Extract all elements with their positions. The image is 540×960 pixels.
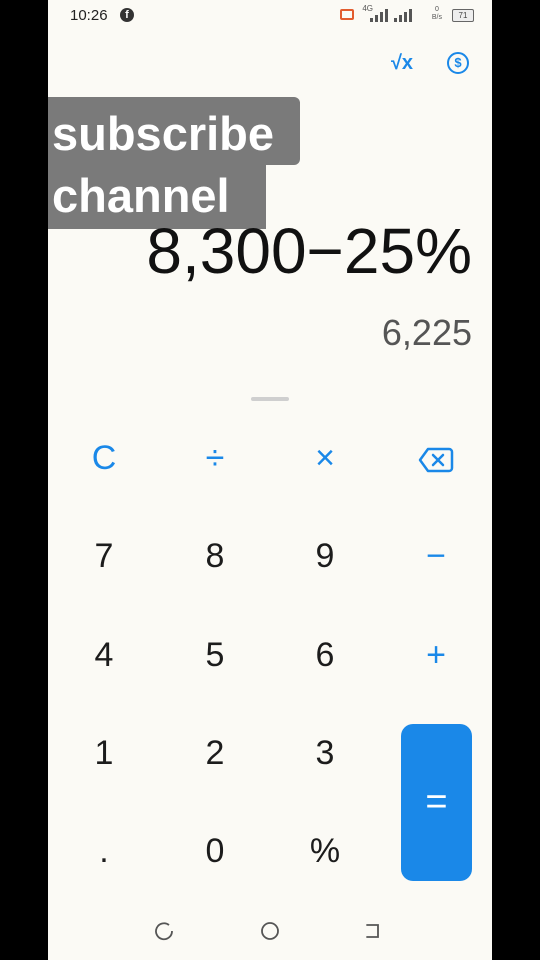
digit-1-button[interactable]: 1: [64, 713, 144, 793]
cast-icon: [340, 9, 354, 20]
battery-icon: 71: [452, 9, 474, 22]
percent-button[interactable]: %: [285, 811, 365, 891]
digit-0-button[interactable]: 0: [175, 811, 255, 891]
calculator-screen: 10:26 f 4G 0 B/s 71 √x $ subscribe chann…: [48, 0, 492, 960]
expression-display: 8,300−25%: [146, 215, 472, 287]
digit-5-button[interactable]: 5: [175, 615, 255, 695]
status-bar: 10:26 f 4G 0 B/s 71: [48, 0, 492, 32]
navigation-bar: [48, 905, 492, 960]
square-root-icon[interactable]: √x: [388, 50, 416, 76]
digit-8-button[interactable]: 8: [175, 516, 255, 596]
divide-button[interactable]: ÷: [175, 418, 255, 498]
currency-convert-icon[interactable]: $: [444, 50, 472, 76]
sqrt-symbol: √x: [390, 52, 414, 74]
digit-2-button[interactable]: 2: [175, 713, 255, 793]
clear-button[interactable]: C: [64, 418, 144, 498]
currency-symbol: $: [447, 52, 469, 74]
backspace-icon: [418, 447, 454, 473]
signal-icon-2: [394, 8, 414, 22]
digit-4-button[interactable]: 4: [64, 615, 144, 695]
keypad: C ÷ × 7 8 9 − 4 5 6 + 1 2 3 . 0 % =: [48, 410, 492, 900]
signal-icon: [362, 8, 390, 22]
net-speed: 0 B/s: [432, 6, 442, 22]
drag-handle[interactable]: [251, 397, 289, 401]
plus-button[interactable]: +: [396, 615, 476, 695]
status-time: 10:26: [70, 7, 108, 24]
overlay-text-subscribe: subscribe: [52, 107, 275, 160]
equals-button[interactable]: =: [401, 724, 472, 881]
minus-button[interactable]: −: [396, 516, 476, 596]
recent-apps-icon[interactable]: [153, 920, 175, 942]
home-icon[interactable]: [259, 920, 281, 942]
digit-9-button[interactable]: 9: [285, 516, 365, 596]
multiply-button[interactable]: ×: [285, 418, 365, 498]
facebook-icon: f: [120, 8, 134, 22]
net-speed-unit: B/s: [431, 14, 442, 21]
decimal-button[interactable]: .: [64, 811, 144, 891]
digit-6-button[interactable]: 6: [285, 615, 365, 695]
digit-7-button[interactable]: 7: [64, 516, 144, 596]
result-display: 6,225: [381, 312, 472, 353]
backspace-button[interactable]: [396, 418, 476, 498]
net-speed-value: 0: [434, 6, 439, 13]
digit-3-button[interactable]: 3: [285, 713, 365, 793]
back-icon[interactable]: [362, 920, 384, 942]
